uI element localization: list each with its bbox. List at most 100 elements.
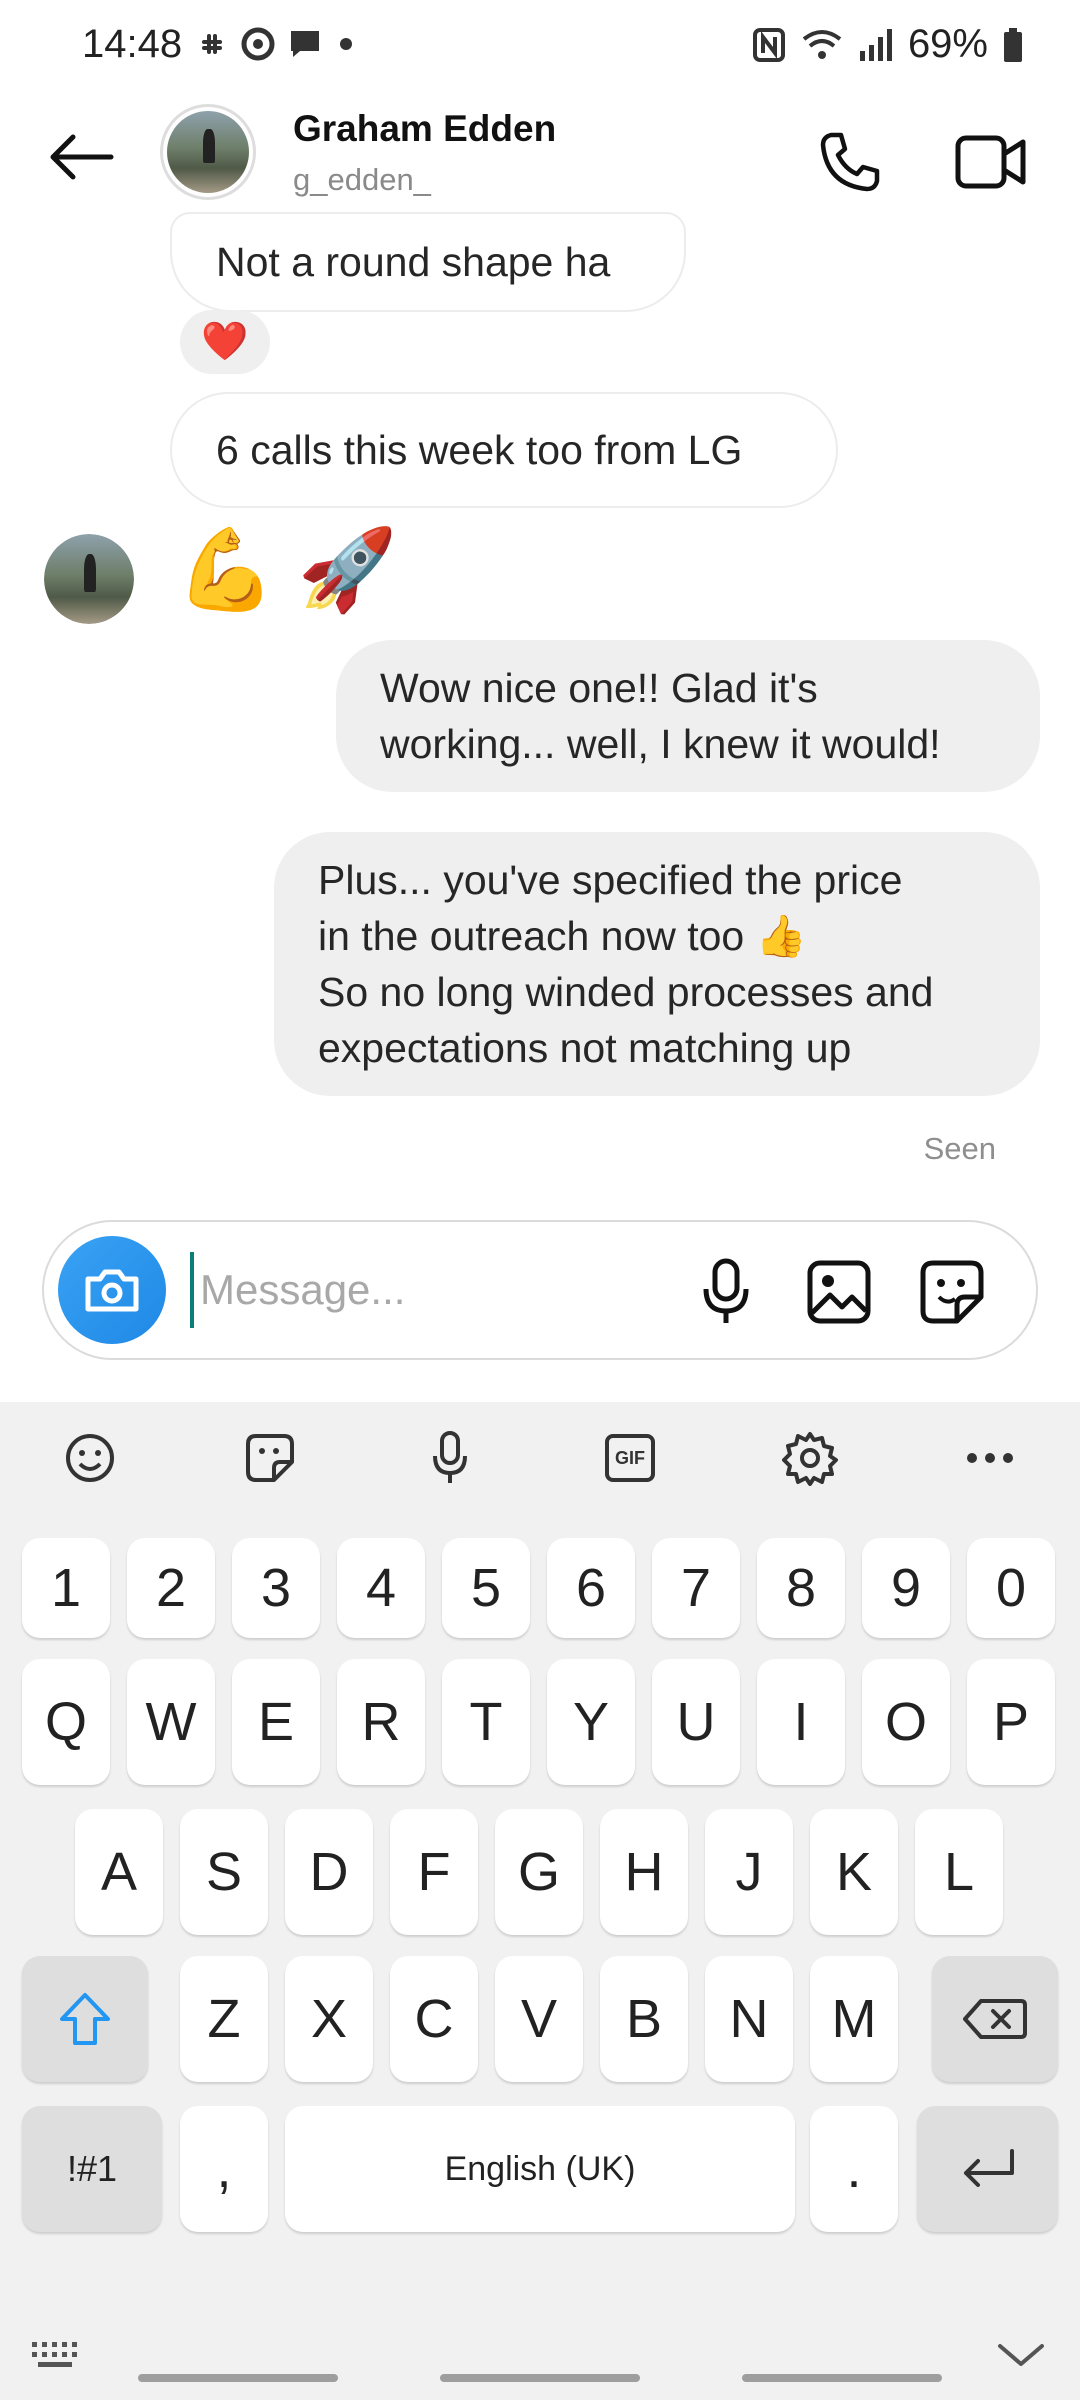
camera-icon — [85, 1269, 139, 1312]
avatar-image — [167, 111, 249, 193]
sender-avatar[interactable] — [44, 534, 134, 624]
key-9[interactable]: 9 — [862, 1538, 950, 1638]
message-text-line: expectations not matching up — [318, 1025, 852, 1071]
key-k[interactable]: K — [810, 1809, 898, 1935]
key-y[interactable]: Y — [547, 1659, 635, 1785]
key-q[interactable]: Q — [22, 1659, 110, 1785]
camera-button[interactable] — [58, 1236, 166, 1344]
enter-icon — [963, 2149, 1014, 2187]
message-reaction[interactable]: ❤️ — [180, 310, 270, 374]
sticker-icon — [246, 1434, 294, 1482]
gif-button[interactable]: GIF — [540, 1402, 720, 1514]
key-u[interactable]: U — [652, 1659, 740, 1785]
key-v[interactable]: V — [495, 1956, 583, 2082]
seen-indicator: Seen — [923, 1131, 996, 1166]
key-d[interactable]: D — [285, 1809, 373, 1935]
space-bar[interactable]: English (UK) — [285, 2106, 795, 2232]
arrow-left-icon — [50, 134, 114, 180]
back-button[interactable] — [40, 122, 120, 192]
key-1[interactable]: 1 — [22, 1538, 110, 1638]
message-sent[interactable]: Wow nice one!! Glad it's working... well… — [336, 640, 1040, 792]
key-7[interactable]: 7 — [652, 1538, 740, 1638]
image-icon — [807, 1260, 871, 1324]
key-c[interactable]: C — [390, 1956, 478, 2082]
keyboard-sticker-button[interactable] — [180, 1402, 360, 1514]
message-composer — [42, 1220, 1038, 1360]
key-z[interactable]: Z — [180, 1956, 268, 2082]
message-text-line: Plus... you've specified the price — [318, 857, 903, 903]
message-text-line: So no long winded processes and — [318, 969, 934, 1015]
status-bar: 14:48 69% — [0, 0, 1080, 92]
backspace-key[interactable] — [932, 1956, 1058, 2082]
key-x[interactable]: X — [285, 1956, 373, 2082]
key-i[interactable]: I — [757, 1659, 845, 1785]
key-w[interactable]: W — [127, 1659, 215, 1785]
more-options-button[interactable] — [900, 1402, 1080, 1514]
key-j[interactable]: J — [705, 1809, 793, 1935]
voice-message-button[interactable] — [686, 1252, 766, 1332]
message-text: Not a round shape ha — [216, 239, 611, 285]
status-system-icons: 69% — [752, 22, 1024, 67]
message-received[interactable]: 6 calls this week too from LG — [170, 392, 838, 508]
key-m[interactable]: M — [810, 1956, 898, 2082]
emoji-button[interactable] — [0, 1402, 180, 1514]
sticker-icon — [920, 1260, 984, 1324]
key-b[interactable]: B — [600, 1956, 688, 2082]
key-r[interactable]: R — [337, 1659, 425, 1785]
key-o[interactable]: O — [862, 1659, 950, 1785]
contact-avatar[interactable] — [160, 104, 256, 200]
on-screen-keyboard: GIF 1 2 3 4 5 6 7 8 9 0 Q W E R T Y U I … — [0, 1402, 1080, 2400]
key-f[interactable]: F — [390, 1809, 478, 1935]
keyboard-settings-button[interactable] — [720, 1402, 900, 1514]
chevron-down-icon[interactable] — [996, 2340, 1046, 2370]
emoji-icon — [66, 1434, 114, 1482]
key-2[interactable]: 2 — [127, 1538, 215, 1638]
nav-pill-right[interactable] — [742, 2374, 942, 2382]
key-t[interactable]: T — [442, 1659, 530, 1785]
key-l[interactable]: L — [915, 1809, 1003, 1935]
symbols-key[interactable]: !#1 — [22, 2106, 162, 2232]
key-a[interactable]: A — [75, 1809, 163, 1935]
key-8[interactable]: 8 — [757, 1538, 845, 1638]
key-3[interactable]: 3 — [232, 1538, 320, 1638]
message-text-line: Wow nice one!! Glad it's — [380, 665, 818, 711]
key-5[interactable]: 5 — [442, 1538, 530, 1638]
sync-icon — [241, 27, 275, 61]
backspace-icon — [963, 1999, 1027, 2039]
key-0[interactable]: 0 — [967, 1538, 1055, 1638]
nav-pill-left[interactable] — [138, 2374, 338, 2382]
gallery-button[interactable] — [799, 1252, 879, 1332]
key-p[interactable]: P — [967, 1659, 1055, 1785]
gif-icon: GIF — [605, 1434, 655, 1482]
voice-call-button[interactable] — [810, 122, 890, 202]
signal-icon — [859, 28, 892, 61]
key-s[interactable]: S — [180, 1809, 268, 1935]
voice-input-button[interactable] — [360, 1402, 540, 1514]
nav-pill-home[interactable] — [440, 2374, 640, 2382]
key-6[interactable]: 6 — [547, 1538, 635, 1638]
key-n[interactable]: N — [705, 1956, 793, 2082]
key-h[interactable]: H — [600, 1809, 688, 1935]
battery-percent: 69% — [907, 22, 988, 66]
keyboard-switch-icon[interactable] — [30, 2338, 84, 2370]
key-g[interactable]: G — [495, 1809, 583, 1935]
message-sent[interactable]: Plus... you've specified the price in th… — [274, 832, 1040, 1096]
contact-name[interactable]: Graham Edden — [293, 108, 556, 150]
key-e[interactable]: E — [232, 1659, 320, 1785]
video-call-button[interactable] — [946, 122, 1036, 202]
slack-icon — [202, 34, 222, 54]
contact-username[interactable]: g_edden_ — [293, 162, 431, 198]
period-key[interactable]: . — [810, 2106, 898, 2232]
shift-key[interactable] — [22, 1956, 148, 2082]
settings-icon — [782, 1432, 838, 1486]
comma-key[interactable]: , — [180, 2106, 268, 2232]
sticker-button[interactable] — [912, 1252, 992, 1332]
emoji-message[interactable]: 💪 🚀 — [176, 520, 397, 620]
key-4[interactable]: 4 — [337, 1538, 425, 1638]
keyboard-toolbar: GIF — [0, 1402, 1080, 1514]
status-notification-icons — [196, 26, 358, 62]
message-input[interactable] — [190, 1252, 710, 1328]
enter-key[interactable] — [917, 2106, 1058, 2232]
video-camera-icon — [955, 135, 1026, 189]
message-received[interactable]: Not a round shape ha — [170, 212, 686, 312]
